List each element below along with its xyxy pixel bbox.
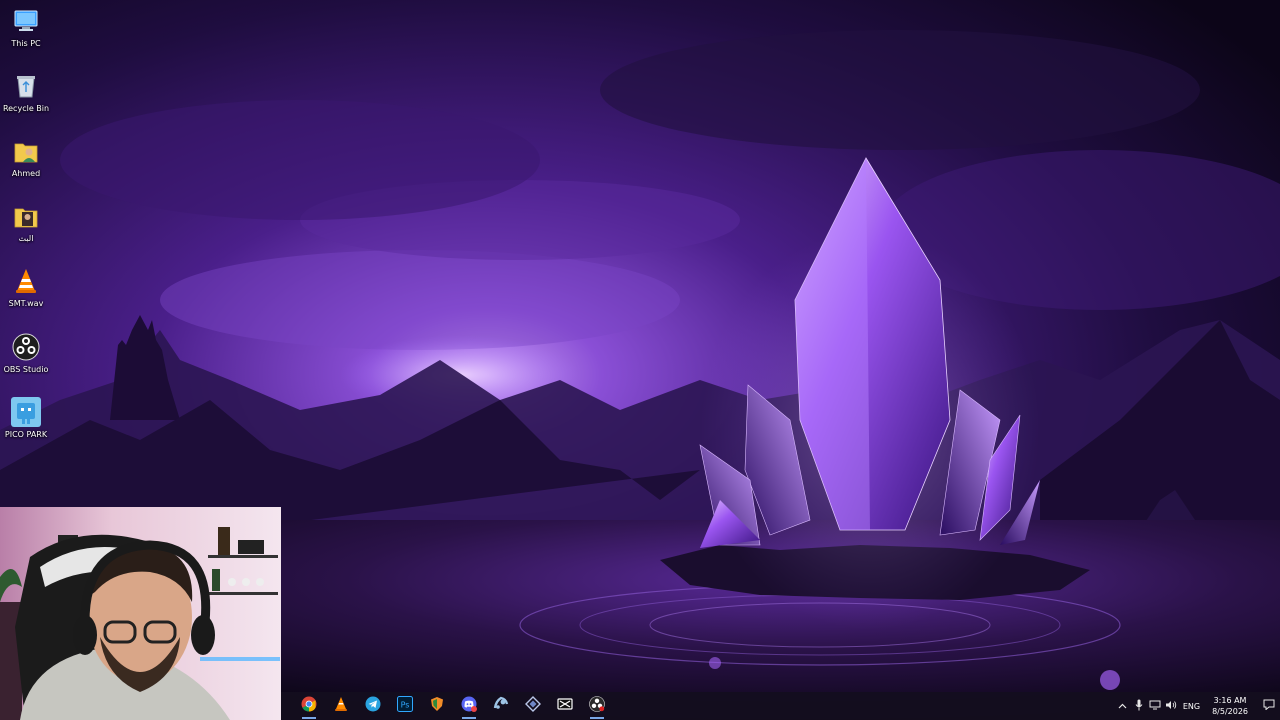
notification-center-button[interactable] — [1258, 692, 1280, 720]
taskbar-app-vlc[interactable] — [325, 692, 357, 720]
desktop-icon-label: البث — [18, 234, 34, 243]
tray-clock[interactable]: 3:16 AM 8/5/2026 — [1212, 695, 1248, 717]
obs-icon — [11, 332, 41, 362]
taskbar-app-obs[interactable] — [581, 692, 613, 720]
pico-park-icon — [11, 397, 41, 427]
tray-overflow-button[interactable] — [1115, 692, 1131, 720]
user-folder-icon — [11, 136, 41, 166]
volume-icon — [1165, 700, 1177, 713]
taskbar-app-capcut[interactable] — [549, 692, 581, 720]
capcut-icon — [557, 696, 573, 717]
notification-icon — [1263, 697, 1275, 715]
diamond-app-icon — [525, 695, 541, 717]
desktop-icon-label: Recycle Bin — [2, 104, 50, 113]
taskbar-app-diamond[interactable] — [517, 692, 549, 720]
taskbar-app-telegram[interactable] — [357, 692, 389, 720]
obs-icon — [589, 695, 605, 717]
network-icon — [1149, 700, 1161, 713]
taskbar-app-photoshop[interactable]: Ps — [389, 692, 421, 720]
desktop-icon-recycle-bin[interactable]: Recycle Bin — [0, 65, 52, 127]
vlc-icon — [11, 266, 41, 296]
computer-icon — [11, 6, 41, 36]
tray-language-indicator[interactable]: ENG — [1183, 702, 1200, 711]
clock-date: 8/5/2026 — [1212, 707, 1248, 716]
taskbar-app-shield[interactable] — [421, 692, 453, 720]
svg-text:Ps: Ps — [401, 700, 410, 709]
taskbar: Ps ENG 3:16 AM 8/5/2026 — [281, 692, 1280, 720]
desktop-icon-ahmed[interactable]: Ahmed — [0, 130, 52, 192]
desktop-icon-pico-park[interactable]: PICO PARK — [0, 391, 52, 453]
desktop-icon-label: Ahmed — [11, 169, 41, 178]
desktop-icon-smt-wav[interactable]: SMT.wav — [0, 260, 52, 322]
system-tray: ENG 3:16 AM 8/5/2026 — [1115, 692, 1280, 720]
desktop-icon-label: SMT.wav — [8, 299, 44, 308]
steam-icon — [493, 696, 509, 717]
tray-network[interactable] — [1147, 692, 1163, 720]
telegram-icon — [365, 696, 381, 717]
chrome-icon — [301, 696, 317, 717]
microphone-icon — [1135, 699, 1143, 714]
taskbar-app-chrome[interactable] — [293, 692, 325, 720]
taskbar-app-steam[interactable] — [485, 692, 517, 720]
vlc-icon — [334, 696, 348, 717]
desktop-icon-stream-folder[interactable]: البث — [0, 195, 52, 257]
taskbar-pinned-apps: Ps — [293, 692, 613, 720]
desktop-icon-label: OBS Studio — [3, 365, 49, 374]
folder-image-icon — [11, 201, 41, 231]
photoshop-icon: Ps — [397, 695, 413, 717]
webcam-overlay — [0, 507, 281, 720]
desktop-icon-label: This PC — [11, 39, 41, 48]
shield-app-icon — [429, 696, 445, 717]
tray-microphone[interactable] — [1131, 692, 1147, 720]
clock-time: 3:16 AM — [1213, 696, 1247, 705]
discord-icon — [461, 696, 477, 717]
desktop-icon-label: PICO PARK — [4, 430, 48, 439]
chevron-up-icon — [1118, 701, 1127, 712]
desktop-icon-this-pc[interactable]: This PC — [0, 0, 52, 62]
taskbar-app-discord[interactable] — [453, 692, 485, 720]
tray-volume[interactable] — [1163, 692, 1179, 720]
recycle-bin-icon — [11, 71, 41, 101]
desktop-icon-obs-studio[interactable]: OBS Studio — [0, 326, 52, 388]
